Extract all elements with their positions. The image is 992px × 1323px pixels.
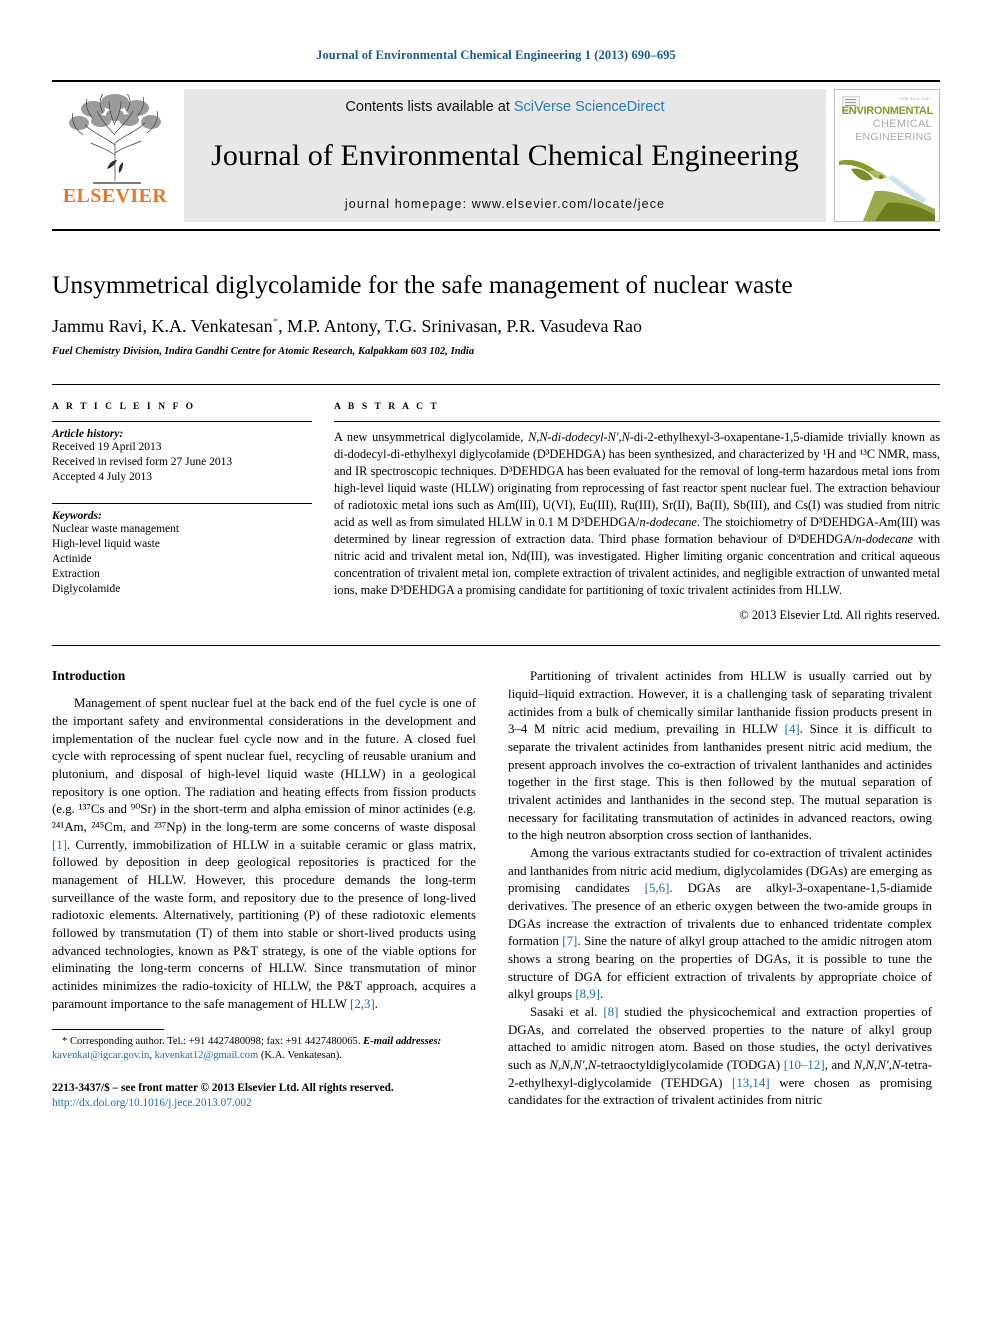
cover-title-line-3: ENGINEERING [855, 131, 932, 143]
contents-available-line: Contents lists available at SciVerse Sci… [345, 99, 664, 115]
intro-paragraph-right-1: Partitioning of trivalent actinides from… [508, 669, 932, 843]
keyword-item: Nuclear waste management [52, 522, 180, 535]
authors-after-marker: , M.P. Antony, T.G. Srinivasan, P.R. Vas… [278, 315, 642, 336]
body-right-column: Partitioning of trivalent actinides from… [508, 668, 932, 1111]
abstract-rule [334, 421, 940, 423]
email-link-2[interactable]: kavenkat12@gmail.com [155, 1050, 259, 1061]
corresponding-author-text: * Corresponding author. Tel.: +91 442748… [62, 1036, 361, 1048]
front-matter-block: 2213-3437/$ – see front matter © 2013 El… [52, 1081, 476, 1112]
keyword-item: Diglycolamide [52, 583, 121, 596]
article-history-label: Article history: [52, 428, 124, 441]
front-matter-text: 2213-3437/$ – see front matter © 2013 El… [52, 1081, 394, 1094]
abstract-heading: A B S T R A C T [334, 402, 440, 413]
footnote-rule [52, 1029, 164, 1031]
journal-title: Journal of Environmental Chemical Engine… [211, 139, 799, 172]
info-abstract-row: A R T I C L E I N F O Article history: R… [52, 385, 940, 623]
body-left-column: Introduction Management of spent nuclear… [52, 668, 476, 1111]
abstract-text: A new unsymmetrical diglycolamide, N,N-d… [334, 430, 940, 598]
author-list: Jammu Ravi, K.A. Venkatesan*, M.P. Anton… [52, 315, 940, 338]
article-info-heading: A R T I C L E I N F O [52, 402, 196, 413]
elsevier-tree-icon [69, 93, 161, 184]
email-link-1[interactable]: kavenkat@igcar.gov.in [52, 1050, 149, 1061]
section-heading-introduction: Introduction [52, 668, 126, 684]
contents-prefix: Contents lists available at [345, 99, 514, 115]
article-history-item: Accepted 4 July 2013 [52, 471, 152, 484]
keyword-item: Extraction [52, 568, 100, 581]
article-info-column: A R T I C L E I N F O Article history: R… [52, 402, 326, 623]
intro-paragraph-right-2: Among the various extractants studied fo… [508, 845, 932, 1002]
info-bottom-rule [52, 645, 940, 647]
abstract-copyright: © 2013 Elsevier Ltd. All rights reserved… [739, 608, 940, 623]
journal-homepage[interactable]: journal homepage: www.elsevier.com/locat… [345, 197, 665, 211]
intro-paragraph-left: Management of spent nuclear fuel at the … [52, 696, 476, 1011]
cover-artwork [839, 159, 935, 221]
corresponding-author-note: * Corresponding author. Tel.: +91 442748… [52, 1036, 442, 1062]
keywords-label: Keywords: [52, 509, 102, 522]
journal-cover-thumbnail: ISSN 2213-3437 ENVIRONMENTAL CHEMICAL EN… [834, 89, 940, 222]
intro-paragraph-right-3: Sasaki et al. [8] studied the physicoche… [508, 1005, 932, 1108]
journal-band: Contents lists available at SciVerse Sci… [184, 89, 826, 222]
doi-link[interactable]: http://dx.doi.org/10.1016/j.jece.2013.07… [52, 1096, 476, 1111]
keyword-item: Actinide [52, 552, 92, 565]
cover-issn-text: ISSN 2213-3437 [898, 97, 931, 101]
running-head: Journal of Environmental Chemical Engine… [316, 48, 676, 62]
authors-before-marker: Jammu Ravi, K.A. Venkatesan [52, 315, 273, 336]
abstract-column: A B S T R A C T A new unsymmetrical digl… [326, 402, 940, 623]
email-addresses-label: E-mail addresses: [363, 1036, 442, 1048]
elsevier-wordmark: ELSEVIER [62, 185, 168, 207]
article-history-item: Received 19 April 2013 [52, 441, 162, 454]
sciencedirect-link[interactable]: SciVerse ScienceDirect [514, 99, 665, 115]
article-page: Journal of Environmental Chemical Engine… [0, 0, 992, 1323]
journal-masthead: ELSEVIER Contents lists available at Sci… [52, 80, 940, 222]
article-history-item: Received in revised form 27 June 2013 [52, 456, 233, 469]
email-owner-text: (K.A. Venkatesan). [260, 1050, 342, 1062]
keywords-rule [52, 502, 312, 504]
elsevier-logo-block: ELSEVIER [52, 89, 178, 222]
cover-title-line-1: ENVIRONMENTAL [841, 105, 934, 117]
title-block: Unsymmetrical diglycolamide for the safe… [52, 231, 940, 357]
cover-title-line-2: CHEMICAL [872, 118, 932, 130]
page-title: Unsymmetrical diglycolamide for the safe… [52, 270, 793, 299]
article-info-rule [52, 421, 312, 423]
body-columns: Introduction Management of spent nuclear… [52, 668, 940, 1111]
keyword-item: High-level liquid waste [52, 537, 160, 550]
keywords-block: Keywords: Nuclear waste management High-… [52, 502, 312, 598]
author-affiliation: Fuel Chemistry Division, Indira Gandhi C… [52, 346, 475, 358]
